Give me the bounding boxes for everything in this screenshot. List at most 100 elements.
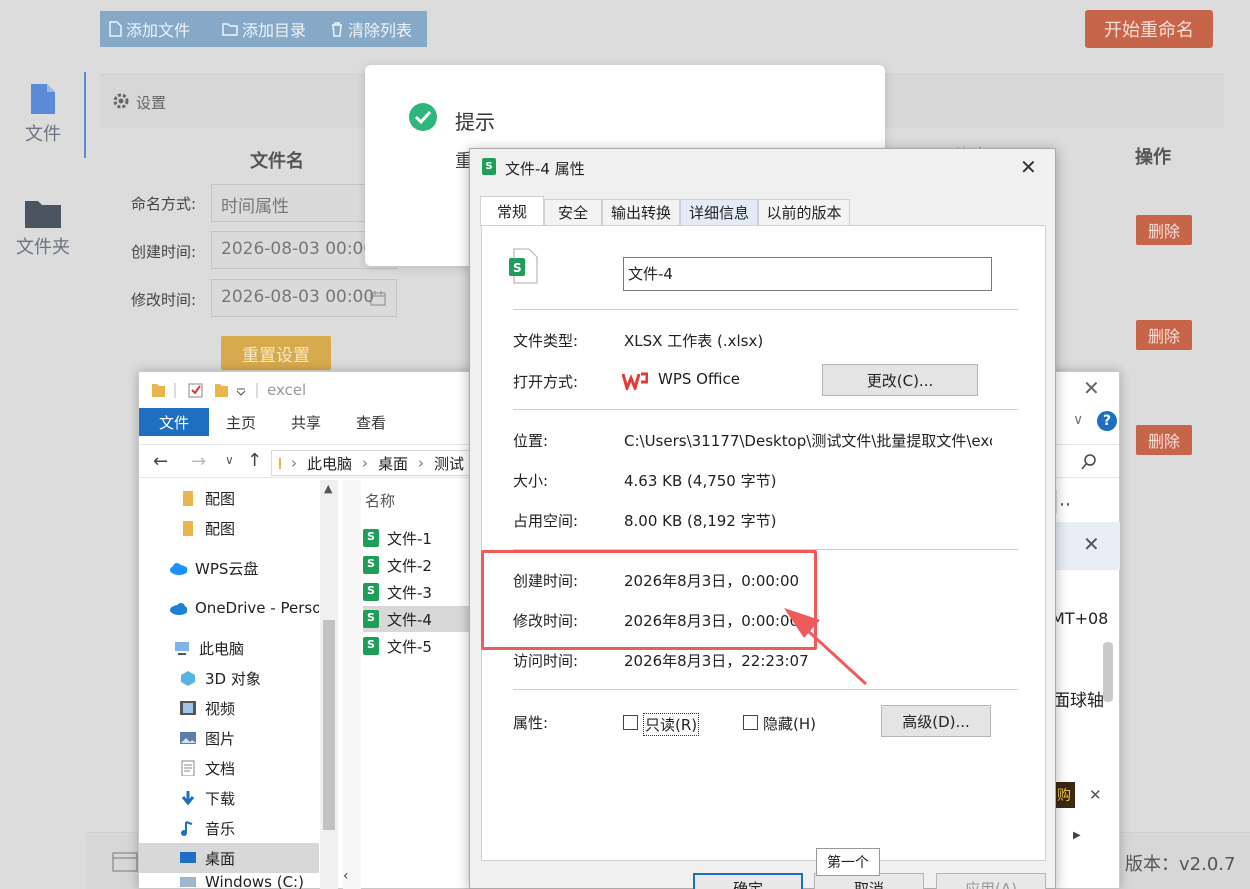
spreadsheet-file-icon (363, 610, 379, 628)
delete-button[interactable]: 删除 (1136, 215, 1192, 245)
file-list-item[interactable]: 文件-2 (363, 552, 473, 578)
up-arrow-icon[interactable]: ↑ (247, 450, 262, 471)
ribbon-tab-share[interactable]: 共享 (284, 408, 328, 436)
change-button[interactable]: 更改(C)... (822, 364, 978, 396)
preview-text: 面球轴 (1053, 691, 1104, 711)
ops-column-header: 操作 (1135, 147, 1171, 168)
ribbon-expand-chevron-icon[interactable]: ∨ (1073, 412, 1083, 428)
add-folder-button[interactable]: 添加目录 (214, 11, 322, 47)
dialog-close-button[interactable]: ✕ (1020, 155, 1037, 179)
preview-scrollbar-thumb[interactable] (1103, 642, 1113, 702)
size-label: 大小: (513, 472, 549, 490)
disk-size-label: 占用空间: (513, 512, 579, 530)
search-icon[interactable] (1081, 454, 1097, 470)
file-name-input[interactable]: 文件-4 (623, 257, 992, 291)
close-icon[interactable]: ✕ (1083, 532, 1100, 556)
nav-files[interactable]: 文件 (0, 82, 86, 146)
attributes-label: 属性: (513, 714, 549, 732)
svg-text:S: S (513, 261, 522, 275)
properties-dialog: S 文件-4 属性 ✕ 常规 安全 输出转换 详细信息 以前的版本 S 文件-4… (469, 148, 1056, 889)
start-rename-button[interactable]: 开始重命名 (1085, 10, 1213, 48)
file-list-item[interactable]: 文件-3 (363, 579, 473, 605)
domain-icon (112, 852, 138, 872)
file-list-item[interactable]: 文件-1 (363, 525, 473, 551)
created-time-label: 创建时间: (131, 243, 197, 261)
pictures-icon (180, 732, 196, 744)
onedrive-cloud-icon (170, 603, 187, 615)
tab-general[interactable]: 常规 (480, 196, 544, 226)
file-list-item[interactable]: 文件-5 (363, 633, 473, 659)
spreadsheet-file-icon (363, 637, 379, 655)
3d-objects-icon (181, 671, 195, 686)
pane-splitter[interactable] (343, 480, 361, 889)
desktop-icon (180, 852, 196, 863)
buy-badge[interactable]: 购 (1053, 782, 1075, 808)
location-label: 位置: (513, 432, 549, 450)
file-list-item-selected[interactable]: 文件-4 (363, 606, 473, 632)
help-icon[interactable]: ? (1097, 411, 1117, 431)
add-file-button[interactable]: 添加文件 (100, 11, 214, 47)
wps-logo-icon (622, 372, 648, 390)
readonly-checkbox[interactable] (623, 715, 638, 730)
clear-list-button[interactable]: 清除列表 (322, 11, 427, 47)
documents-icon (181, 760, 195, 776)
readonly-checkbox-label[interactable]: 只读(R) (643, 713, 700, 736)
reset-settings-button[interactable]: 重置设置 (221, 336, 331, 370)
apply-button[interactable]: 应用(A) (936, 873, 1046, 889)
folder-icon (25, 201, 61, 228)
window-title: excel (267, 381, 307, 399)
breadcrumb-item[interactable]: 桌面 (378, 453, 408, 474)
open-with-label: 打开方式: (513, 373, 579, 391)
document-icon (31, 84, 55, 114)
preview-text: MT+08 (1051, 609, 1109, 628)
ribbon-tab-file[interactable]: 文件 (139, 408, 209, 436)
nav-folders[interactable]: 文件夹 (0, 197, 86, 259)
file-icon (109, 21, 122, 37)
quick-access-toolbar-icon[interactable] (151, 381, 261, 399)
explorer-close-button[interactable]: ✕ (1083, 376, 1100, 400)
scrollbar-thumb[interactable] (323, 620, 335, 830)
success-check-icon (409, 103, 437, 131)
name-column-header[interactable]: 名称 (365, 490, 395, 511)
back-arrow-icon[interactable]: ← (153, 451, 168, 472)
ribbon-tab-home[interactable]: 主页 (219, 408, 263, 436)
gear-icon (113, 93, 129, 109)
ok-button[interactable]: 确定 (693, 873, 803, 889)
size-value: 4.63 KB (4,750 字节) (624, 472, 777, 490)
scroll-up-icon[interactable]: ▲ (324, 482, 332, 495)
scroll-right-icon[interactable]: ▶ (1073, 830, 1081, 841)
recent-chevron-icon[interactable]: ∨ (225, 453, 234, 467)
tab-security[interactable]: 安全 (544, 199, 602, 225)
calendar-icon[interactable] (370, 290, 386, 306)
folder-icon (222, 23, 238, 36)
hidden-checkbox[interactable] (743, 715, 758, 730)
open-with-value: WPS Office (658, 370, 740, 388)
tab-details[interactable]: 详细信息 (680, 199, 758, 225)
rename-mode-label: 命名方式: (131, 195, 197, 213)
trash-icon (332, 22, 342, 37)
advanced-button[interactable]: 高级(D)... (881, 705, 991, 737)
address-bar[interactable]: › 此电脑 › 桌面 › 测试 (271, 450, 471, 476)
close-icon[interactable]: ✕ (1089, 786, 1102, 804)
version-label: 版本：v2.0.7 (1125, 854, 1236, 875)
nav-scrollbar[interactable]: ▲ (320, 480, 338, 889)
drive-icon (180, 877, 196, 887)
nav-tree-item[interactable]: OneDrive - Person (169, 593, 319, 623)
tab-previous-versions[interactable]: 以前的版本 (758, 199, 850, 225)
breadcrumb-item[interactable]: 测试 (434, 453, 464, 474)
dialog-title: 文件-4 属性 (505, 160, 585, 178)
computer-icon (175, 642, 189, 655)
ribbon-tab-view[interactable]: 查看 (349, 408, 393, 436)
tab-output-convert[interactable]: 输出转换 (602, 199, 680, 225)
delete-button[interactable]: 删除 (1136, 425, 1192, 455)
spreadsheet-file-icon (363, 529, 379, 547)
scroll-left-icon[interactable]: ‹ (343, 868, 349, 884)
breadcrumb-item[interactable]: 此电脑 (307, 453, 352, 474)
hidden-checkbox-label[interactable]: 隐藏(H) (763, 713, 816, 734)
forward-arrow-icon[interactable]: → (191, 451, 206, 472)
spreadsheet-file-icon: S (482, 158, 496, 175)
accessed-time-label: 访问时间: (513, 652, 579, 670)
general-tab-panel: S 文件-4 文件类型: XLSX 工作表 (.xlsx) 打开方式: WPS … (481, 225, 1046, 861)
delete-button[interactable]: 删除 (1136, 320, 1192, 350)
nav-tree-item-selected[interactable]: 桌面 (139, 843, 319, 873)
